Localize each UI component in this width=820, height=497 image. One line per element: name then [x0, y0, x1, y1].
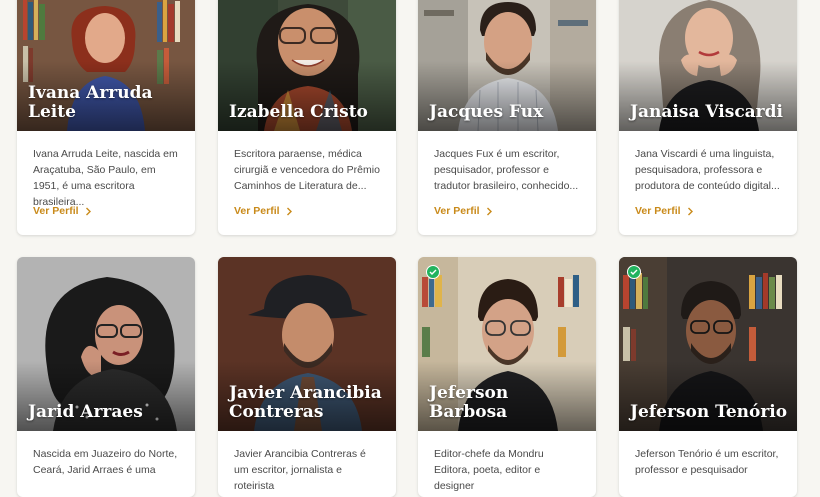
view-profile-label: Ver Perfil: [434, 205, 480, 217]
author-card[interactable]: Janaisa Viscardi Jana Viscardi é uma lin…: [619, 0, 797, 235]
author-description: Escritora paraense, médica cirurgiã e ve…: [234, 148, 380, 192]
author-card[interactable]: Jeferson Tenório Jeferson Tenório é um e…: [619, 257, 797, 497]
view-profile-link[interactable]: Ver Perfil: [33, 205, 92, 217]
author-description: Nascida em Juazeiro do Norte, Ceará, Jar…: [33, 448, 178, 476]
chevron-right-icon: [486, 207, 492, 215]
author-grid: Ivana Arruda Leite Ivana Arruda Leite, n…: [0, 0, 820, 497]
view-profile-link[interactable]: Ver Perfil: [635, 205, 694, 217]
author-name: Jeferson Barbosa: [429, 383, 509, 422]
author-description: Jeferson Tenório é um escritor, professo…: [635, 448, 779, 476]
author-description: Javier Arancibia Contreras é um escritor…: [234, 448, 366, 492]
verified-badge-icon: [426, 265, 440, 279]
author-name: Jacques Fux: [429, 102, 544, 122]
author-name: Izabella Cristo: [229, 102, 368, 122]
author-card[interactable]: Jeferson Barbosa Editor-chefe da Mondru …: [418, 257, 596, 497]
author-photo[interactable]: Jeferson Barbosa: [418, 257, 596, 431]
author-card[interactable]: Jacques Fux Jacques Fux é um escritor, p…: [418, 0, 596, 235]
author-name: Jeferson Tenório: [630, 402, 788, 422]
author-name: Ivana Arruda Leite: [28, 83, 153, 122]
author-photo[interactable]: Janaisa Viscardi: [619, 0, 797, 131]
author-name: Javier Arancibia Contreras: [229, 383, 382, 422]
verified-badge-icon: [627, 265, 641, 279]
author-description: Jana Viscardi é uma linguista, pesquisad…: [635, 148, 780, 192]
author-description: Jacques Fux é um escritor, pesquisador, …: [434, 148, 579, 192]
author-photo[interactable]: Ivana Arruda Leite: [17, 0, 195, 131]
author-photo[interactable]: Jacques Fux: [418, 0, 596, 131]
author-photo[interactable]: Izabella Cristo: [218, 0, 396, 131]
view-profile-label: Ver Perfil: [234, 205, 280, 217]
author-name: Jarid Arraes: [28, 402, 143, 422]
author-card[interactable]: Izabella Cristo Escritora paraense, médi…: [218, 0, 396, 235]
author-photo[interactable]: Jarid Arraes: [17, 257, 195, 431]
author-photo[interactable]: Jeferson Tenório: [619, 257, 797, 431]
author-card[interactable]: Jarid Arraes Nascida em Juazeiro do Nort…: [17, 257, 195, 497]
view-profile-link[interactable]: Ver Perfil: [434, 205, 493, 217]
author-description: Editor-chefe da Mondru Editora, poeta, e…: [434, 448, 544, 492]
view-profile-label: Ver Perfil: [635, 205, 681, 217]
chevron-right-icon: [286, 207, 292, 215]
author-name: Janaisa Viscardi: [630, 102, 783, 122]
chevron-right-icon: [85, 207, 91, 215]
author-description: Ivana Arruda Leite, nascida em Araçatuba…: [33, 148, 178, 208]
author-photo[interactable]: Javier Arancibia Contreras: [218, 257, 396, 431]
view-profile-link[interactable]: Ver Perfil: [234, 205, 293, 217]
author-card[interactable]: Javier Arancibia Contreras Javier Aranci…: [218, 257, 396, 497]
author-card[interactable]: Ivana Arruda Leite Ivana Arruda Leite, n…: [17, 0, 195, 235]
view-profile-label: Ver Perfil: [33, 205, 79, 217]
chevron-right-icon: [687, 207, 693, 215]
